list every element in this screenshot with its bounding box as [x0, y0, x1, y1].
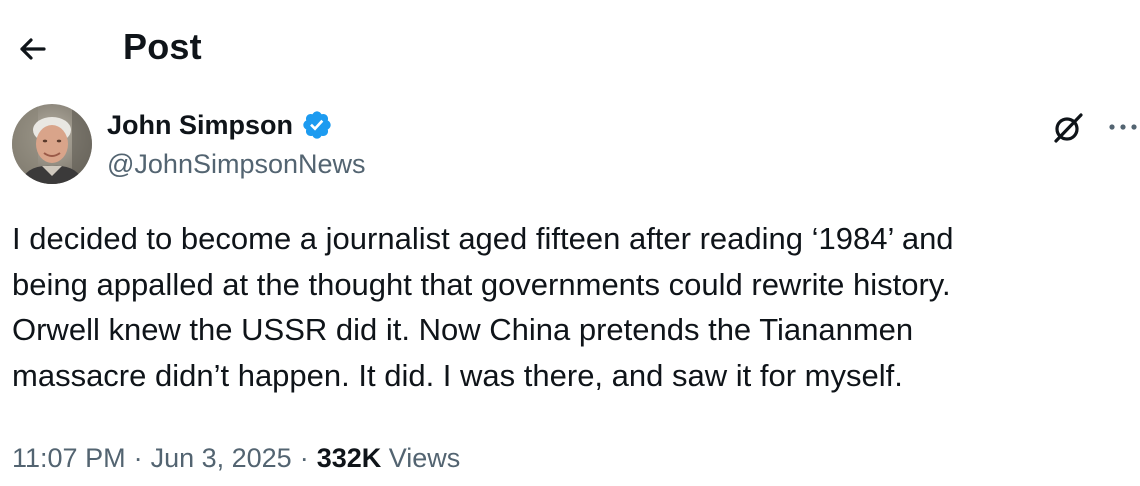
author-name-row: John Simpson: [107, 106, 366, 144]
separator-dot: ·: [299, 443, 309, 473]
tweet-time[interactable]: 11:07 PM: [12, 443, 126, 473]
tweet-text-line: being appalled at the thought that gover…: [12, 266, 951, 302]
page-title: Post: [123, 26, 202, 67]
tweet-text-line: Orwell knew the USSR did it. Now China p…: [12, 312, 914, 347]
author-display-name[interactable]: John Simpson: [107, 107, 293, 143]
back-button[interactable]: [14, 30, 52, 68]
post-header: Post: [0, 0, 1140, 96]
tweet-text: I decided to become a journalist aged fi…: [12, 216, 1122, 398]
tweet-text-line: I decided to become a journalist aged fi…: [12, 221, 954, 256]
user-avatar-photo: [12, 104, 92, 184]
avatar[interactable]: [12, 104, 92, 184]
more-options-button[interactable]: [1106, 112, 1140, 142]
verified-badge-icon[interactable]: [301, 109, 333, 141]
tweet-date[interactable]: Jun 3, 2025: [151, 443, 292, 473]
views-label[interactable]: Views: [389, 443, 461, 473]
author-handle[interactable]: @JohnSimpsonNews: [107, 146, 366, 182]
tweet-text-line: massacre didn’t happen. It did. I was th…: [12, 357, 903, 393]
grok-button[interactable]: [1048, 108, 1088, 148]
views-count[interactable]: 332K: [317, 443, 382, 473]
arrow-left-icon: [20, 38, 46, 60]
separator-dot: ·: [133, 443, 143, 473]
tweet-meta: 11:07 PM · Jun 3, 2025 · 332K Views: [12, 440, 460, 476]
author-info: John Simpson @JohnSimpsonNews: [107, 106, 366, 182]
grok-icon: [1054, 113, 1083, 143]
more-horizontal-icon: [1109, 124, 1137, 130]
